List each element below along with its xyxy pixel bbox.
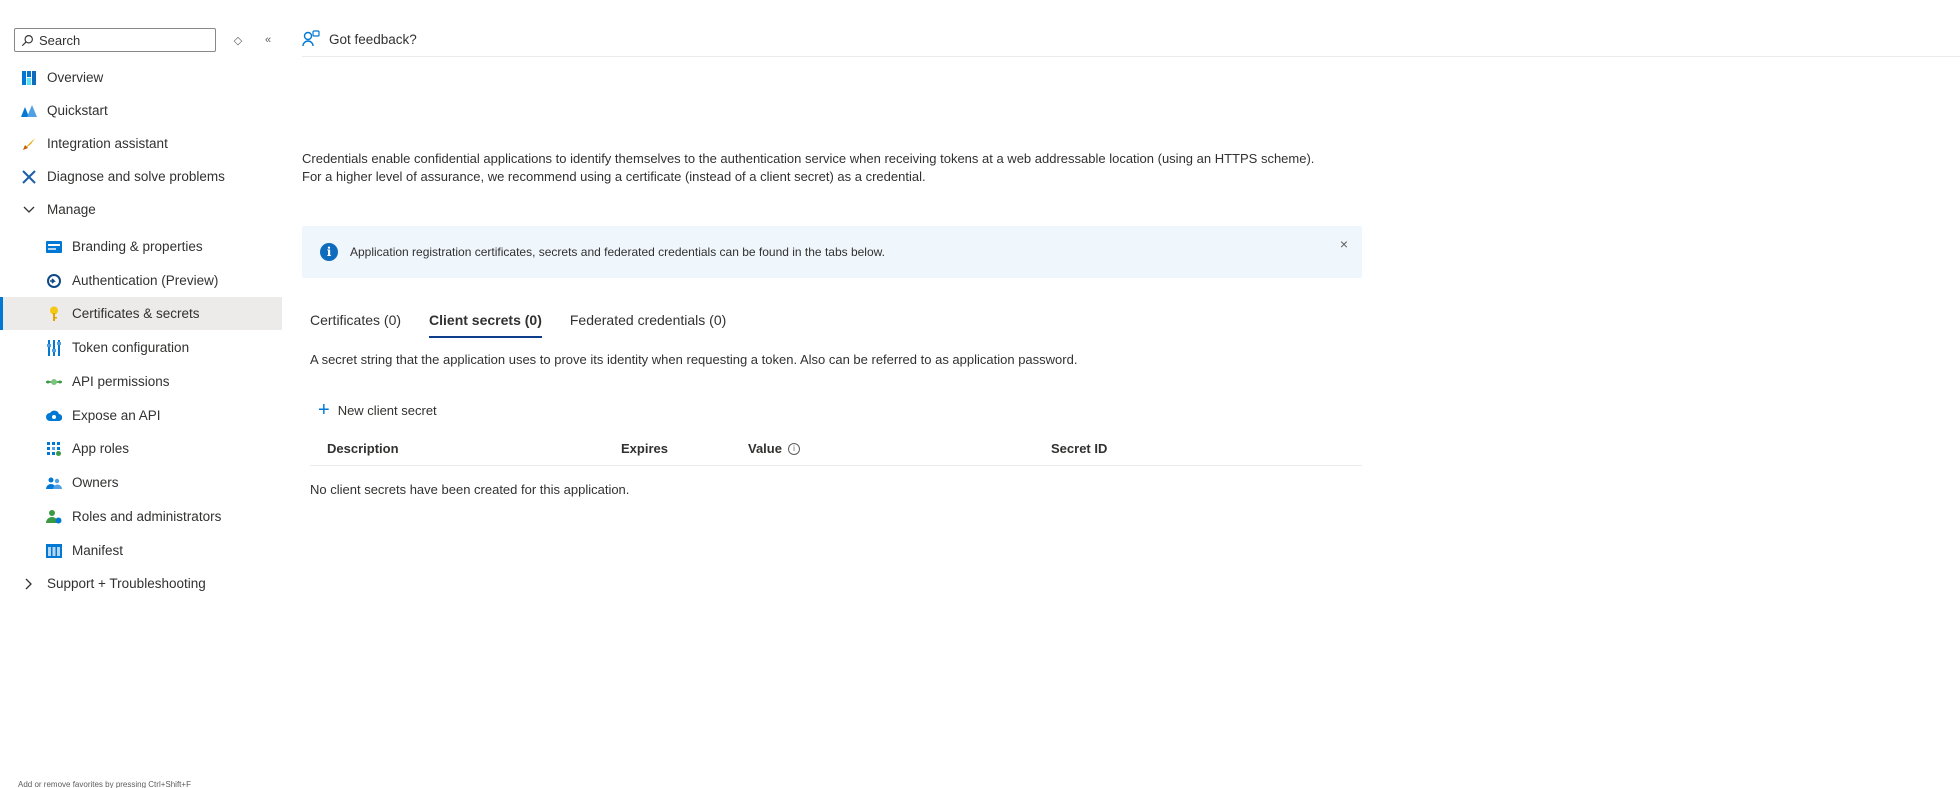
sidebar-item-label: Manage xyxy=(47,202,96,217)
owners-icon xyxy=(46,475,62,491)
sidebar-item-label: Certificates & secrets xyxy=(72,306,200,321)
chevron-down-icon xyxy=(21,202,37,218)
wrench-icon xyxy=(21,169,37,185)
search-icon xyxy=(21,34,33,46)
sidebar-item-authentication[interactable]: Authentication (Preview) xyxy=(0,264,282,297)
collapse-sidebar-icon[interactable]: « xyxy=(260,32,276,48)
feedback-button[interactable]: Got feedback? xyxy=(302,26,417,52)
close-icon[interactable]: × xyxy=(1340,236,1348,252)
manifest-icon xyxy=(46,543,62,559)
expand-collapse-icon[interactable]: ◇ xyxy=(230,32,246,48)
sidebar-group-support[interactable]: Support + Troubleshooting xyxy=(0,567,282,600)
sidebar-item-app-roles[interactable]: App roles xyxy=(0,432,282,465)
sidebar-item-branding[interactable]: Branding & properties xyxy=(0,230,282,263)
sidebar-item-label: Branding & properties xyxy=(72,239,203,254)
tab-client-secrets[interactable]: Client secrets (0) xyxy=(429,306,542,340)
branding-icon xyxy=(46,239,62,255)
sidebar: ◇ « Overview Quickstart Integration assi… xyxy=(0,0,282,788)
sidebar-item-label: Owners xyxy=(72,475,119,490)
roles-icon xyxy=(46,509,62,525)
tab-certificates[interactable]: Certificates (0) xyxy=(310,306,401,340)
column-header-secret-id: Secret ID xyxy=(1051,441,1108,456)
info-icon: i xyxy=(320,243,338,261)
rocket-icon xyxy=(21,136,37,152)
credentials-intro: Credentials enable confidential applicat… xyxy=(302,151,1315,184)
sidebar-item-certificates-secrets[interactable]: Certificates & secrets xyxy=(0,297,282,330)
cloud-icon xyxy=(46,408,62,424)
column-header-description: Description xyxy=(327,441,399,456)
search-row: ◇ « xyxy=(14,28,284,52)
column-header-value: Value i xyxy=(748,441,800,456)
app-roles-icon xyxy=(46,441,62,457)
feedback-icon xyxy=(302,30,320,47)
column-header-value-label: Value xyxy=(748,441,782,456)
sidebar-item-diagnose[interactable]: Diagnose and solve problems xyxy=(0,160,282,193)
search-input[interactable] xyxy=(39,32,209,48)
sidebar-item-roles-admins[interactable]: Roles and administrators xyxy=(0,500,282,533)
sidebar-item-label: Expose an API xyxy=(72,408,161,423)
table-header: Description Expires Value i Secret ID xyxy=(310,434,1362,466)
info-message-bar: i Application registration certificates,… xyxy=(302,226,1362,278)
info-icon[interactable]: i xyxy=(787,442,800,455)
sidebar-item-label: Roles and administrators xyxy=(72,509,222,524)
new-client-secret-label: New client secret xyxy=(337,402,437,418)
credential-tabs: Certificates (0) Client secrets (0) Fede… xyxy=(310,306,754,340)
sidebar-item-label: Diagnose and solve problems xyxy=(47,169,225,184)
search-box[interactable] xyxy=(14,28,216,52)
tab-federated-credentials[interactable]: Federated credentials (0) xyxy=(570,306,726,340)
chevron-right-icon xyxy=(21,576,37,592)
key-icon xyxy=(46,306,62,322)
sidebar-item-label: Support + Troubleshooting xyxy=(47,576,206,591)
header-divider xyxy=(302,56,1960,57)
overview-icon xyxy=(21,70,37,86)
sidebar-item-label: Authentication (Preview) xyxy=(72,273,219,288)
sidebar-item-label: App roles xyxy=(72,441,130,456)
sidebar-item-token-configuration[interactable]: Token configuration xyxy=(0,331,282,364)
favorites-hint: Add or remove favorites by pressing Ctrl… xyxy=(18,780,191,788)
authentication-icon xyxy=(46,273,62,289)
quickstart-icon xyxy=(21,103,37,119)
feedback-label: Got feedback? xyxy=(329,31,417,47)
sidebar-item-label: API permissions xyxy=(72,374,170,389)
api-permissions-icon xyxy=(46,374,62,390)
sidebar-item-overview[interactable]: Overview xyxy=(0,61,282,94)
sidebar-group-manage[interactable]: Manage xyxy=(0,193,282,226)
info-message-text: Application registration certificates, s… xyxy=(350,245,885,259)
client-secrets-table: Description Expires Value i Secret ID No… xyxy=(310,434,1362,497)
column-header-expires: Expires xyxy=(621,441,668,456)
sidebar-item-label: Quickstart xyxy=(47,103,108,118)
sidebar-item-label: Integration assistant xyxy=(47,136,168,151)
sidebar-item-manifest[interactable]: Manifest xyxy=(0,534,282,567)
sidebar-item-label: Overview xyxy=(47,70,104,85)
sidebar-item-expose-api[interactable]: Expose an API xyxy=(0,399,282,432)
sidebar-item-label: Token configuration xyxy=(72,340,190,355)
plus-icon: + xyxy=(318,399,330,421)
token-config-icon xyxy=(46,339,62,356)
new-client-secret-button[interactable]: + New client secret xyxy=(318,400,437,420)
empty-table-message: No client secrets have been created for … xyxy=(310,482,630,497)
sidebar-item-api-permissions[interactable]: API permissions xyxy=(0,365,282,398)
sidebar-item-owners[interactable]: Owners xyxy=(0,466,282,499)
sidebar-item-quickstart[interactable]: Quickstart xyxy=(0,94,282,127)
tab-description: A secret string that the application use… xyxy=(310,352,1078,367)
sidebar-item-integration-assistant[interactable]: Integration assistant xyxy=(0,127,282,160)
sidebar-item-label: Manifest xyxy=(72,543,124,558)
